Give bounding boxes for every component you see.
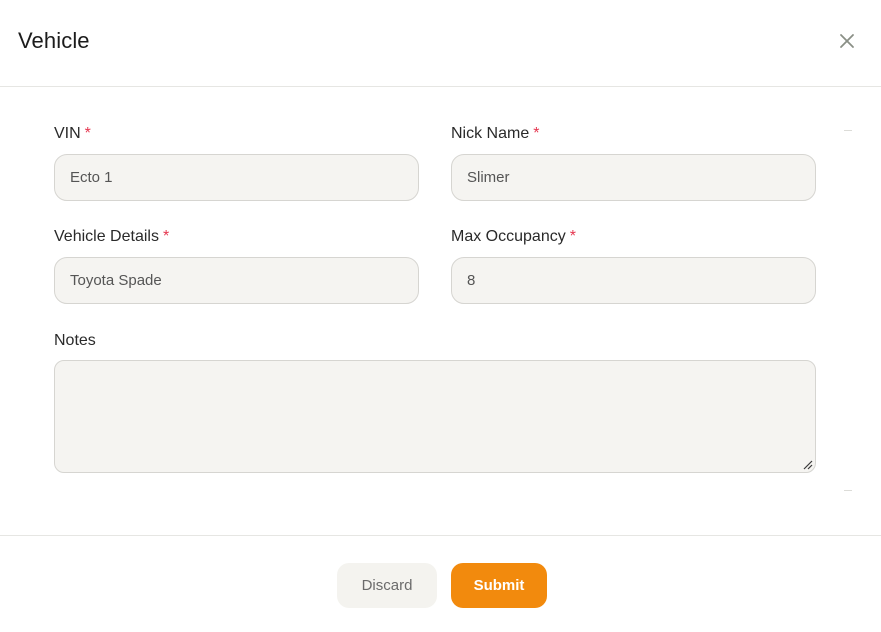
vehicle-details-label: Vehicle Details *	[54, 227, 169, 247]
notes-textarea[interactable]	[54, 360, 816, 473]
max-occupancy-label-text: Max Occupancy	[451, 228, 566, 245]
vin-value: Ecto 1	[70, 169, 113, 186]
vin-label: VIN *	[54, 124, 91, 144]
scrollbar-top-mark[interactable]	[844, 130, 852, 131]
vehicle-details-value: Toyota Spade	[70, 272, 162, 289]
modal-footer: Discard Submit	[0, 535, 881, 632]
vehicle-details-label-text: Vehicle Details	[54, 228, 159, 245]
close-button[interactable]	[836, 30, 858, 52]
close-icon	[840, 34, 854, 48]
nick-name-value: Slimer	[467, 169, 510, 186]
required-mark: *	[162, 228, 170, 245]
scrollbar-bottom-mark[interactable]	[844, 490, 852, 491]
vehicle-details-input[interactable]: Toyota Spade	[54, 257, 419, 304]
nick-name-input[interactable]: Slimer	[451, 154, 816, 201]
max-occupancy-label: Max Occupancy *	[451, 227, 576, 247]
submit-button[interactable]: Submit	[451, 563, 547, 608]
modal-title: Vehicle	[18, 28, 90, 53]
resize-grip-icon[interactable]	[802, 459, 813, 470]
notes-label-text: Notes	[54, 332, 96, 349]
vehicle-modal: Vehicle VIN * Ecto 1 Nick Name * Slimer Ve…	[0, 0, 881, 632]
max-occupancy-input[interactable]: 8	[451, 257, 816, 304]
discard-button[interactable]: Discard	[337, 563, 437, 608]
nick-name-label-text: Nick Name	[451, 125, 530, 142]
vin-input[interactable]: Ecto 1	[54, 154, 419, 201]
modal-header: Vehicle	[0, 0, 881, 87]
modal-body: VIN * Ecto 1 Nick Name * Slimer Vehicle De…	[0, 87, 881, 535]
required-mark: *	[533, 125, 540, 142]
vin-label-text: VIN	[54, 125, 81, 142]
max-occupancy-value: 8	[467, 272, 476, 289]
notes-label: Notes	[54, 331, 96, 351]
nick-name-label: Nick Name *	[451, 124, 539, 144]
required-mark: *	[84, 125, 91, 142]
required-mark: *	[569, 228, 576, 245]
